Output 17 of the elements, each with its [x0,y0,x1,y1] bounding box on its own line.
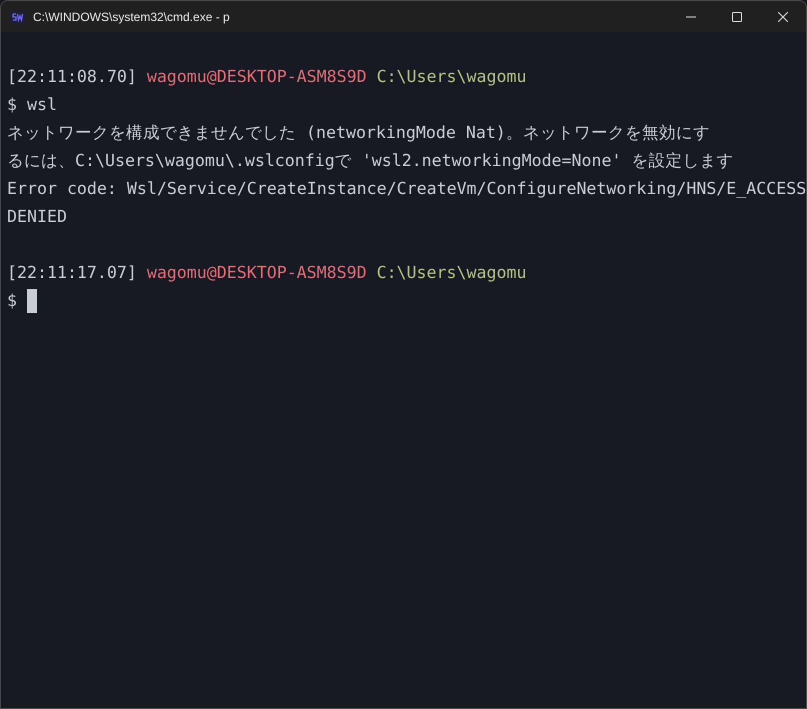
window-title: C:\WINDOWS\system32\cmd.exe - p [33,10,230,24]
terminal-text: $ wsl [7,95,57,114]
path-text: C:\Users\wagomu [376,263,526,282]
terminal-text: Error code: Wsl/Service/CreateInstance/CreateVm/ConfigureNetworking/HNS/E_ACCESS [7,179,806,198]
user-host-text: wagomu@DESKTOP-ASM8S9D [146,67,367,86]
terminal-text: [22:11:17.07] [7,263,137,282]
maximize-icon [732,12,742,22]
user-host-text: wagomu@DESKTOP-ASM8S9D [146,263,367,282]
terminal-text: $ [7,291,17,310]
text-cursor [26,289,37,314]
terminal-text: [22:11:08.70] [7,67,137,86]
path-text: C:\Users\wagomu [376,67,526,86]
terminal-text: DENIED [7,207,67,226]
close-icon [778,12,788,22]
app-icon [10,8,26,24]
terminal-text: ネットワークを構成できませんでした (networkingMode Nat)。ネットワークを無効にす [7,123,710,142]
terminal-text: るには、C:\Users\wagomu\.wslconfigで 'wsl2.networkingMode=None' を設定します [7,151,734,170]
